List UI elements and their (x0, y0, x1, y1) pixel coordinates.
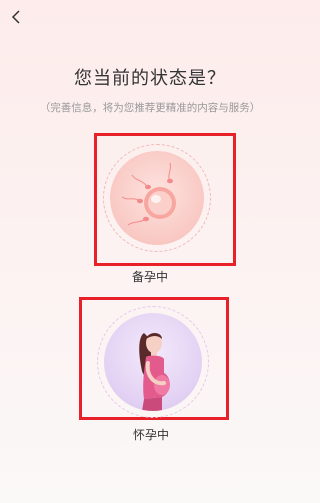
option-label-preparing[interactable]: 备孕中 (100, 268, 200, 285)
option-label-pregnant[interactable]: 怀孕中 (101, 426, 201, 443)
preparing-pregnancy-illustration[interactable] (103, 144, 211, 252)
page-title: 您当前的状态是？ (74, 68, 226, 89)
page-subtitle: （完善信息，将为您推荐更精准的内容与服务） (39, 102, 261, 114)
chevron-left-icon (11, 10, 20, 24)
pregnant-woman-icon (104, 313, 202, 411)
back-button[interactable] (6, 6, 28, 28)
pregnant-illustration[interactable] (97, 306, 209, 418)
sperm-egg-icon (110, 151, 204, 245)
